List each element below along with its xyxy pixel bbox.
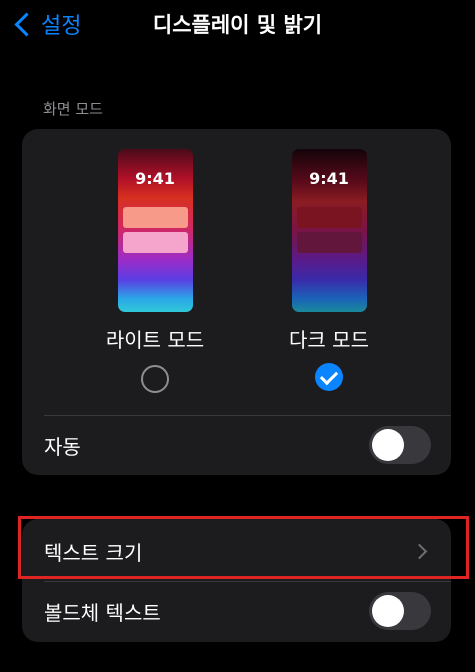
dark-mode-radio[interactable] <box>315 363 343 391</box>
auto-label: 자동 <box>44 434 81 459</box>
preview-notification <box>296 232 362 253</box>
dark-mode-option[interactable]: 9:41 다크 모드 <box>259 149 399 391</box>
preview-notification <box>122 232 188 253</box>
auto-row: 자동 <box>22 416 451 474</box>
light-mode-radio[interactable] <box>141 365 169 393</box>
bold-text-toggle[interactable] <box>369 592 431 630</box>
page-title: 디스플레이 및 밝기 <box>152 13 323 37</box>
chevron-right-icon <box>411 543 428 559</box>
text-settings-card: 텍스트 크기 볼드체 텍스트 <box>22 519 451 642</box>
text-size-row[interactable]: 텍스트 크기 <box>22 522 451 580</box>
light-mode-label: 라이트 모드 <box>105 328 205 352</box>
toggle-knob <box>372 429 404 461</box>
preview-time: 9:41 <box>309 169 349 188</box>
dark-mode-preview: 9:41 <box>291 149 367 312</box>
section-label-appearance: 화면 모드 <box>43 100 103 118</box>
appearance-card: 9:41 라이트 모드 9:41 다크 모드 자동 <box>22 129 451 475</box>
auto-toggle[interactable] <box>369 426 431 464</box>
light-mode-option[interactable]: 9:41 라이트 모드 <box>85 149 225 393</box>
bold-text-row: 볼드체 텍스트 <box>22 582 451 640</box>
bold-text-label: 볼드체 텍스트 <box>44 600 161 625</box>
dark-mode-label: 다크 모드 <box>289 328 369 352</box>
preview-notification <box>122 207 188 228</box>
preview-notification <box>296 207 362 228</box>
text-size-label: 텍스트 크기 <box>44 540 143 565</box>
checkmark-icon <box>319 366 339 385</box>
navigation-bar: 설정 디스플레이 및 밝기 <box>0 0 475 46</box>
light-mode-preview: 9:41 <box>117 149 193 312</box>
toggle-knob <box>372 595 404 627</box>
preview-time: 9:41 <box>135 169 175 188</box>
